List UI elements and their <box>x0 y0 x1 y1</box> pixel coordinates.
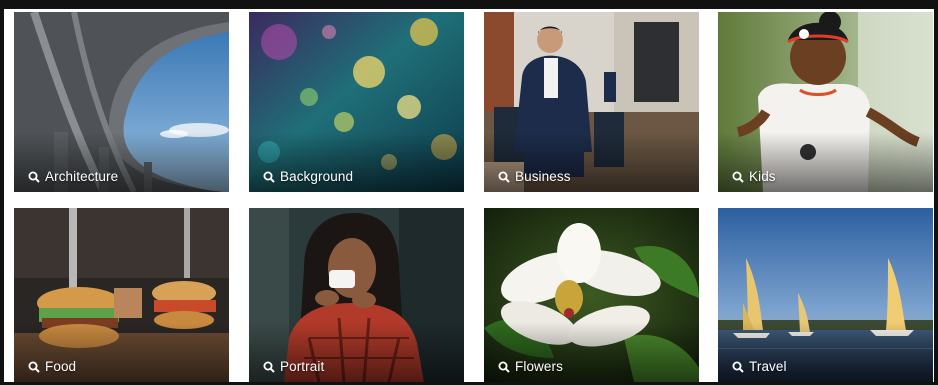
search-icon <box>263 171 275 183</box>
category-tile-business[interactable]: Business <box>484 12 699 192</box>
category-gallery: Architecture Background Business Kids Fo… <box>0 0 938 385</box>
category-tile-food[interactable]: Food <box>14 208 229 382</box>
category-tile-architecture[interactable]: Architecture <box>14 12 229 192</box>
search-icon <box>732 171 744 183</box>
category-label-text: Travel <box>749 359 787 374</box>
category-label: Architecture <box>28 169 118 184</box>
category-label: Business <box>498 169 571 184</box>
search-icon <box>28 171 40 183</box>
category-label-text: Food <box>45 359 77 374</box>
category-label-text: Kids <box>749 169 776 184</box>
category-tile-kids[interactable]: Kids <box>718 12 933 192</box>
search-icon <box>263 361 275 373</box>
category-label-text: Portrait <box>280 359 325 374</box>
category-tile-flowers[interactable]: Flowers <box>484 208 699 382</box>
search-icon <box>498 361 510 373</box>
search-icon <box>732 361 744 373</box>
category-label: Travel <box>732 359 787 374</box>
category-label-text: Architecture <box>45 169 119 184</box>
category-label-text: Background <box>280 169 354 184</box>
category-label: Kids <box>732 169 776 184</box>
category-label-text: Flowers <box>515 359 563 374</box>
category-tile-travel[interactable]: Travel <box>718 208 933 382</box>
category-label: Background <box>263 169 353 184</box>
search-icon <box>28 361 40 373</box>
category-tile-portrait[interactable]: Portrait <box>249 208 464 382</box>
category-label: Food <box>28 359 76 374</box>
search-icon <box>498 171 510 183</box>
category-tile-background[interactable]: Background <box>249 12 464 192</box>
category-label-text: Business <box>515 169 571 184</box>
category-label: Portrait <box>263 359 324 374</box>
category-label: Flowers <box>498 359 563 374</box>
